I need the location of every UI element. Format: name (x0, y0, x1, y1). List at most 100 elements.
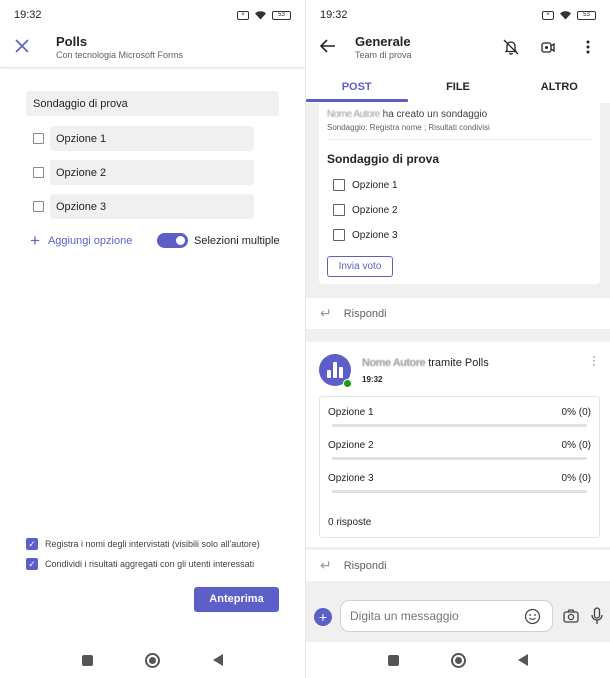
reply-button[interactable]: ↵ Rispondi (306, 298, 610, 329)
mute-icon: × (237, 10, 249, 20)
tab-altro[interactable]: ALTRO (509, 78, 610, 103)
result-label: Opzione 2 (328, 440, 374, 451)
result-bar (332, 490, 587, 493)
add-option-button[interactable]: + Aggiungi opzione (30, 231, 133, 250)
option-label: Opzione 2 (352, 204, 398, 216)
redacted-author-name: Nome Autore (327, 109, 380, 120)
result-bar (332, 457, 587, 460)
message-input[interactable] (340, 600, 553, 632)
submit-vote-button[interactable]: Invia voto (327, 256, 393, 277)
wifi-icon (255, 11, 266, 20)
result-label: Opzione 1 (328, 407, 374, 418)
result-row-2: Opzione 2 0% (0) (328, 436, 591, 466)
result-percent: 0% (0) (561, 407, 591, 418)
option-checkbox[interactable] (333, 229, 345, 241)
result-bar (332, 424, 587, 427)
reply-arrow-icon: ↵ (320, 305, 332, 321)
checkbox-checked-icon[interactable]: ✓ (26, 558, 38, 570)
option-input-1[interactable]: Opzione 1 (50, 126, 254, 151)
poll-card-header: Nome Autore ha creato un sondaggio (327, 109, 487, 120)
result-row-3: Opzione 3 0% (0) (328, 469, 591, 499)
polls-header: Polls Con tecnologia Microsoft Forms (0, 28, 305, 68)
record-names-setting[interactable]: ✓ Registra i nomi degli intervistati (vi… (26, 537, 260, 551)
created-text: ha creato un sondaggio (379, 109, 488, 120)
message-sender: Nome Autore tramite Polls (362, 357, 489, 369)
system-nav-bar (306, 642, 610, 678)
result-percent: 0% (0) (561, 473, 591, 484)
option-checkbox[interactable] (333, 204, 345, 216)
option-checkbox (33, 133, 44, 144)
result-percent: 0% (0) (561, 440, 591, 451)
checkbox-checked-icon[interactable]: ✓ (26, 538, 38, 550)
status-time: 19:32 (14, 9, 42, 21)
home-button[interactable] (145, 652, 161, 668)
status-time: 19:32 (320, 9, 348, 21)
battery-icon: 53 (272, 10, 291, 20)
close-icon[interactable] (13, 37, 31, 55)
page-title: Polls (56, 34, 88, 49)
poll-card: Nome Autore ha creato un sondaggio Sonda… (319, 103, 600, 284)
back-button[interactable] (518, 654, 528, 666)
question-input[interactable]: Sondaggio di prova (26, 91, 279, 116)
mute-icon: × (542, 10, 554, 20)
multiple-selection-toggle[interactable] (157, 233, 188, 248)
meet-video-icon[interactable] (539, 38, 557, 56)
channel-header: 19:32 × 53 Generale Team di prova POST F… (306, 0, 610, 103)
option-input-2[interactable]: Opzione 2 (50, 160, 254, 185)
option-checkbox (33, 167, 44, 178)
add-option-label: Aggiungi opzione (47, 235, 133, 247)
back-arrow-icon[interactable] (319, 37, 337, 55)
reply-label: Rispondi (343, 307, 387, 320)
active-tab-indicator (306, 99, 408, 102)
poll-meta: Sondaggio: Registra nome ; Risultati con… (327, 123, 490, 132)
divider (327, 139, 592, 140)
poll-results-message: Nome Autore tramite Polls 19:32 · · · Opzi… (306, 342, 610, 547)
channel-subtitle: Team di prova (355, 50, 412, 60)
poll-option-3[interactable]: Opzione 3 (333, 228, 398, 242)
presence-badge (343, 379, 352, 388)
wifi-icon (560, 11, 571, 20)
reply-button[interactable]: ↵ Rispondi (306, 550, 610, 581)
message-time: 19:32 (362, 375, 383, 384)
message-composer: + (306, 582, 610, 642)
option-checkbox[interactable] (333, 179, 345, 191)
emoji-icon[interactable] (524, 608, 541, 625)
message-more-icon[interactable]: · · · (592, 350, 596, 370)
option-label: Opzione 3 (352, 229, 398, 241)
result-label: Opzione 3 (328, 473, 374, 484)
camera-icon[interactable] (562, 608, 580, 625)
option-input-3[interactable]: Opzione 3 (50, 194, 254, 219)
option-checkbox (33, 201, 44, 212)
channel-title: Generale (355, 34, 411, 49)
status-bar: 19:32 × 53 (306, 0, 610, 30)
notifications-off-icon[interactable] (502, 38, 520, 56)
plus-icon: + (30, 231, 40, 250)
page-subtitle: Con tecnologia Microsoft Forms (56, 50, 184, 60)
multiple-selection-label: Selezioni multiple (194, 235, 280, 247)
channel-screen: 19:32 × 53 Generale Team di prova POST F… (305, 0, 610, 678)
recents-button[interactable] (82, 654, 94, 666)
redacted-sender-name: Nome Autore (362, 357, 426, 369)
response-count: 0 risposte (328, 517, 372, 528)
status-icons: × 53 (542, 10, 596, 20)
option-row-3: Opzione 3 (33, 194, 255, 219)
reply-arrow-icon: ↵ (320, 557, 332, 573)
setting-label: Condividi i risultati aggregati con gli … (45, 559, 255, 569)
option-label: Opzione 1 (352, 179, 398, 191)
poll-question: Sondaggio di prova (327, 152, 440, 166)
share-results-setting[interactable]: ✓ Condividi i risultati aggregati con gl… (26, 557, 254, 571)
tab-file[interactable]: FILE (407, 78, 508, 103)
recents-button[interactable] (388, 654, 399, 666)
home-button[interactable] (451, 652, 466, 668)
status-bar: 19:32 × 53 (0, 0, 305, 30)
polls-form-screen: 19:32 × 53 Polls Con tecnologia Microsof… (0, 0, 305, 678)
status-icons: × 53 (237, 10, 291, 20)
battery-icon: 53 (577, 10, 596, 20)
add-attachment-button[interactable]: + (314, 608, 332, 626)
microphone-icon[interactable] (590, 607, 604, 626)
preview-button[interactable]: Anteprima (194, 587, 279, 612)
more-options-icon[interactable] (579, 38, 597, 56)
poll-option-2[interactable]: Opzione 2 (333, 203, 398, 217)
back-button[interactable] (212, 654, 223, 666)
poll-option-1[interactable]: Opzione 1 (333, 178, 398, 192)
